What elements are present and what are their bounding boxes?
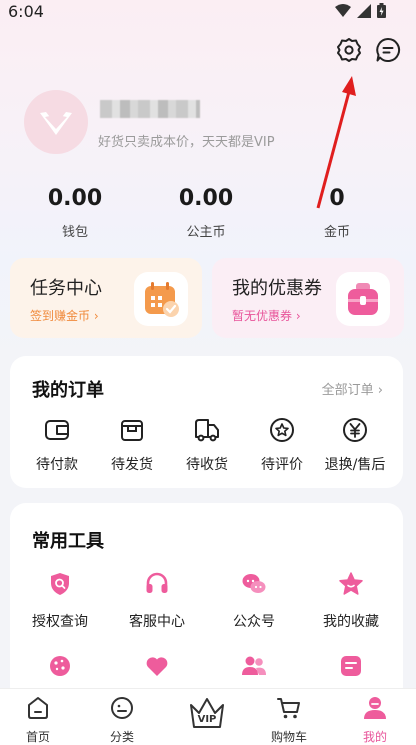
home-icon [28, 697, 48, 719]
logo-wings-icon [40, 112, 72, 135]
order-label: 退换/售后 [324, 457, 386, 473]
heart-icon [146, 657, 168, 676]
coupons-card[interactable]: 我的优惠券 暂无优惠券 › [212, 258, 404, 338]
tools-card: 常用工具 授权查询 客服中心 公众号 我的收藏 [10, 503, 403, 703]
task-center-card[interactable]: 任务中心 签到赚金币 › [10, 258, 202, 338]
tool-label: 我的收藏 [323, 614, 379, 630]
cart-icon [277, 698, 300, 719]
order-label: 待付款 [36, 457, 78, 473]
headset-icon [146, 572, 168, 593]
stat-value: 0 [329, 186, 345, 211]
nav-vip[interactable]: VIP [172, 693, 242, 733]
tools-title: 常用工具 [32, 531, 104, 552]
nav-home[interactable]: 首页 [3, 695, 73, 745]
tool-label: 公众号 [233, 614, 275, 630]
coupons-sub: 暂无优惠券 › [232, 309, 301, 323]
order-pending-review[interactable]: 待评价 [243, 416, 321, 474]
settings-button[interactable] [335, 36, 363, 64]
stat-princess-coin[interactable]: 0.00 公主币 [151, 186, 261, 240]
bottom-nav: 首页 分类 VIP 购物车 我的 [0, 688, 416, 745]
coupon-icon-wrap [336, 272, 390, 326]
message-button[interactable] [374, 36, 402, 64]
chat-bubbles-icon [242, 574, 266, 593]
status-time: 6:04 [8, 2, 44, 21]
status-bar: 6:04 [0, 0, 416, 24]
nav-category[interactable]: 分类 [87, 695, 157, 745]
profile-icon [364, 697, 386, 719]
stat-label: 公主币 [186, 225, 226, 240]
order-label: 待评价 [261, 457, 303, 473]
avatar[interactable] [24, 90, 88, 154]
tool-label: 授权查询 [32, 614, 88, 630]
stat-value: 0.00 [178, 186, 234, 211]
list-card-icon [341, 656, 361, 676]
order-pending-payment[interactable]: 待付款 [18, 416, 96, 474]
nav-cart[interactable]: 购物车 [254, 695, 324, 745]
nav-label: 首页 [25, 730, 50, 744]
review-icon [270, 418, 294, 442]
orders-card: 我的订单 全部订单 › 待付款 待发货 待收货 待评价 退换/售后 [10, 356, 403, 488]
vip-crown-icon: VIP [190, 698, 224, 728]
stat-gold-coin[interactable]: 0 金币 [282, 186, 392, 240]
stat-label: 钱包 [61, 225, 88, 240]
nav-label: 购物车 [270, 730, 307, 744]
nav-label: 我的 [362, 730, 387, 744]
star-icon [339, 572, 363, 595]
tool-auth-query[interactable]: 授权查询 [12, 571, 108, 631]
orders-title: 我的订单 [32, 380, 104, 401]
coupon-bag-icon [348, 283, 378, 315]
calendar-icon [145, 282, 179, 317]
wallet-icon [45, 420, 69, 440]
task-icon-wrap [134, 272, 188, 326]
tool-label: 客服中心 [129, 614, 185, 630]
profile-slogan: 好货只卖成本价，天天都是VIP [98, 135, 275, 150]
task-center-sub: 签到赚金币 › [30, 309, 99, 323]
nav-vip-label: VIP [198, 714, 217, 725]
order-pending-receipt[interactable]: 待收货 [168, 416, 246, 474]
nav-label: 分类 [109, 730, 134, 744]
status-icons [335, 3, 386, 18]
chat-icon [376, 37, 401, 62]
order-refund[interactable]: 退换/售后 [316, 416, 394, 474]
category-icon [111, 697, 133, 719]
all-orders-link[interactable]: 全部订单 › [322, 379, 383, 398]
username-redacted [100, 100, 200, 118]
coupons-title: 我的优惠券 [232, 278, 322, 299]
order-pending-shipment[interactable]: 待发货 [93, 416, 171, 474]
wifi-icon [335, 3, 351, 17]
tool-official-account[interactable]: 公众号 [206, 571, 302, 631]
tool-orders-list[interactable] [303, 653, 399, 683]
stat-label: 金币 [323, 225, 350, 240]
tool-cookie[interactable] [12, 653, 108, 683]
box-icon [121, 420, 143, 441]
refund-icon [343, 418, 367, 442]
users-icon [242, 656, 266, 675]
order-label: 待发货 [111, 457, 153, 473]
signal-icon [357, 3, 371, 18]
tool-favorites[interactable]: 我的收藏 [303, 571, 399, 631]
truck-icon [195, 419, 219, 442]
gear-icon [337, 38, 361, 62]
stat-value: 0.00 [47, 186, 103, 211]
tool-friends[interactable] [206, 653, 302, 683]
battery-icon [377, 3, 386, 18]
order-label: 待收货 [186, 457, 228, 473]
task-center-title: 任务中心 [30, 278, 102, 299]
nav-mine[interactable]: 我的 [340, 695, 410, 745]
stat-wallet[interactable]: 0.00 钱包 [20, 186, 130, 240]
tool-heart[interactable] [109, 653, 205, 683]
tool-customer-service[interactable]: 客服中心 [109, 571, 205, 631]
shield-search-icon [51, 573, 69, 595]
cookie-icon [50, 656, 70, 676]
